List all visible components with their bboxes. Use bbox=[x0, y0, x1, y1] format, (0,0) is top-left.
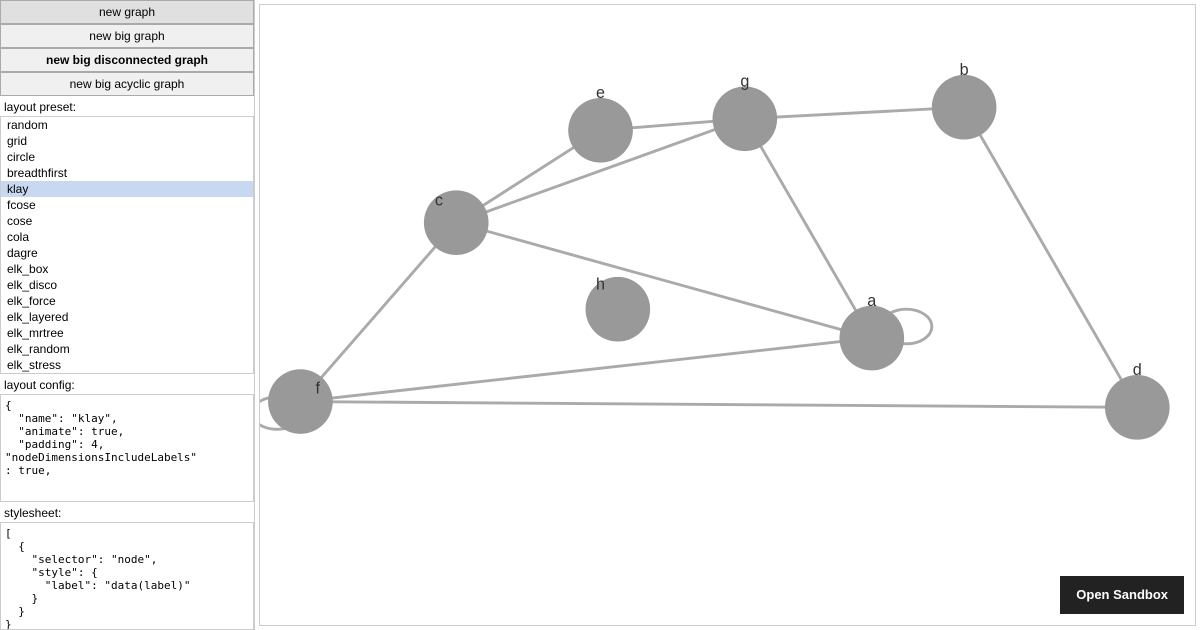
layout-option-elk_force[interactable]: elk_force bbox=[1, 293, 253, 309]
layout-option-cose[interactable]: cose bbox=[1, 213, 253, 229]
layout-option-fcose[interactable]: fcose bbox=[1, 197, 253, 213]
label-e: e bbox=[596, 84, 605, 102]
layout-config-area: { "name": "klay", "animate": true, "padd… bbox=[0, 394, 254, 502]
graph-canvas: g b e c h a f d bbox=[259, 4, 1196, 626]
label-g: g bbox=[740, 72, 749, 90]
new-big-acyclic-graph-button[interactable]: new big acyclic graph bbox=[0, 72, 254, 96]
open-sandbox-button[interactable]: Open Sandbox bbox=[1060, 576, 1184, 614]
node-e[interactable] bbox=[568, 98, 633, 163]
layout-option-breadthfirst[interactable]: breadthfirst bbox=[1, 165, 253, 181]
node-f[interactable] bbox=[268, 369, 333, 434]
label-h: h bbox=[596, 276, 605, 294]
layout-option-cola[interactable]: cola bbox=[1, 229, 253, 245]
stylesheet-textarea[interactable]: [ { "selector": "node", "style": { "labe… bbox=[0, 522, 254, 630]
graph-svg: g b e c h a f d bbox=[260, 5, 1195, 625]
layout-option-grid[interactable]: grid bbox=[1, 133, 253, 149]
layout-option-dagre[interactable]: dagre bbox=[1, 245, 253, 261]
layout-list: randomgridcirclebreadthfirstklayfcosecos… bbox=[0, 116, 254, 374]
node-g[interactable] bbox=[712, 86, 777, 151]
new-big-disconnected-graph-button[interactable]: new big disconnected graph bbox=[0, 48, 254, 72]
layout-option-klay[interactable]: klay bbox=[1, 181, 253, 197]
layout-config-textarea[interactable]: { "name": "klay", "animate": true, "padd… bbox=[0, 394, 254, 502]
label-d: d bbox=[1133, 361, 1142, 379]
layout-option-circle[interactable]: circle bbox=[1, 149, 253, 165]
stylesheet-label: stylesheet: bbox=[0, 502, 254, 522]
node-b[interactable] bbox=[932, 75, 997, 140]
layout-config-label: layout config: bbox=[0, 374, 254, 394]
label-c: c bbox=[435, 191, 443, 209]
layout-option-elk_stress[interactable]: elk_stress bbox=[1, 357, 253, 373]
layout-option-elk_mrtree[interactable]: elk_mrtree bbox=[1, 325, 253, 341]
sidebar: new graph new big graph new big disconne… bbox=[0, 0, 255, 630]
stylesheet-area: [ { "selector": "node", "style": { "labe… bbox=[0, 522, 254, 630]
layout-option-random[interactable]: random bbox=[1, 117, 253, 133]
label-a: a bbox=[867, 292, 876, 310]
layout-preset-label: layout preset: bbox=[0, 96, 254, 116]
node-c[interactable] bbox=[424, 190, 489, 255]
node-d[interactable] bbox=[1105, 375, 1170, 440]
layout-option-elk_layered[interactable]: elk_layered bbox=[1, 309, 253, 325]
new-big-graph-button[interactable]: new big graph bbox=[0, 24, 254, 48]
label-f: f bbox=[315, 379, 320, 397]
layout-option-elk_box[interactable]: elk_box bbox=[1, 261, 253, 277]
layout-option-elk_random[interactable]: elk_random bbox=[1, 341, 253, 357]
action-buttons: new graph new big graph new big disconne… bbox=[0, 0, 254, 96]
node-a[interactable] bbox=[839, 306, 904, 371]
layout-option-elk_disco[interactable]: elk_disco bbox=[1, 277, 253, 293]
label-b: b bbox=[960, 61, 969, 79]
new-graph-button[interactable]: new graph bbox=[0, 0, 254, 24]
